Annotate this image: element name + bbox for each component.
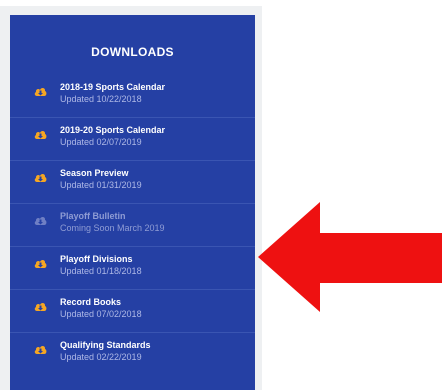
- download-item-name[interactable]: Qualifying Standards: [60, 340, 151, 350]
- download-item-name[interactable]: 2018-19 Sports Calendar: [60, 82, 165, 92]
- download-item-name[interactable]: 2019-20 Sports Calendar: [60, 125, 165, 135]
- cloud-download-icon: [34, 131, 47, 139]
- download-item-qualifying-standards[interactable]: Qualifying Standards Updated 02/22/2019: [10, 333, 255, 376]
- download-item-name[interactable]: Playoff Divisions: [60, 254, 133, 264]
- red-arrow-pointer: [258, 202, 442, 312]
- download-item-status: Updated 07/02/2018: [60, 309, 142, 319]
- download-item-record-books[interactable]: Record Books Updated 07/02/2018: [10, 290, 255, 333]
- download-item-name: Playoff Bulletin: [60, 211, 126, 221]
- download-item-status: Updated 10/22/2018: [60, 94, 142, 104]
- cloud-download-icon: [34, 174, 47, 182]
- download-item-status: Updated 01/18/2018: [60, 266, 142, 276]
- download-item-name[interactable]: Season Preview: [60, 168, 129, 178]
- cloud-download-icon: [34, 346, 47, 354]
- download-item-status: Updated 01/31/2019: [60, 180, 142, 190]
- cloud-download-icon: [34, 217, 47, 225]
- download-item-name[interactable]: Record Books: [60, 297, 121, 307]
- cloud-download-icon: [34, 260, 47, 268]
- download-item-2019-20-sports-calendar[interactable]: 2019-20 Sports Calendar Updated 02/07/20…: [10, 118, 255, 161]
- download-item-2018-19-sports-calendar[interactable]: 2018-19 Sports Calendar Updated 10/22/20…: [10, 75, 255, 118]
- download-item-playoff-divisions[interactable]: Playoff Divisions Updated 01/18/2018: [10, 247, 255, 290]
- downloads-list: 2018-19 Sports Calendar Updated 10/22/20…: [10, 75, 255, 376]
- download-item-status: Updated 02/22/2019: [60, 352, 142, 362]
- downloads-panel: DOWNLOADS 2018-19 Sports Calendar Update…: [10, 15, 255, 390]
- cloud-download-icon: [34, 88, 47, 96]
- download-item-playoff-bulletin: Playoff Bulletin Coming Soon March 2019: [10, 204, 255, 247]
- cloud-download-icon: [34, 303, 47, 311]
- download-item-status: Coming Soon March 2019: [60, 223, 165, 233]
- download-item-status: Updated 02/07/2019: [60, 137, 142, 147]
- download-item-season-preview[interactable]: Season Preview Updated 01/31/2019: [10, 161, 255, 204]
- downloads-widget-frame: DOWNLOADS 2018-19 Sports Calendar Update…: [0, 6, 262, 390]
- downloads-title: DOWNLOADS: [91, 45, 174, 59]
